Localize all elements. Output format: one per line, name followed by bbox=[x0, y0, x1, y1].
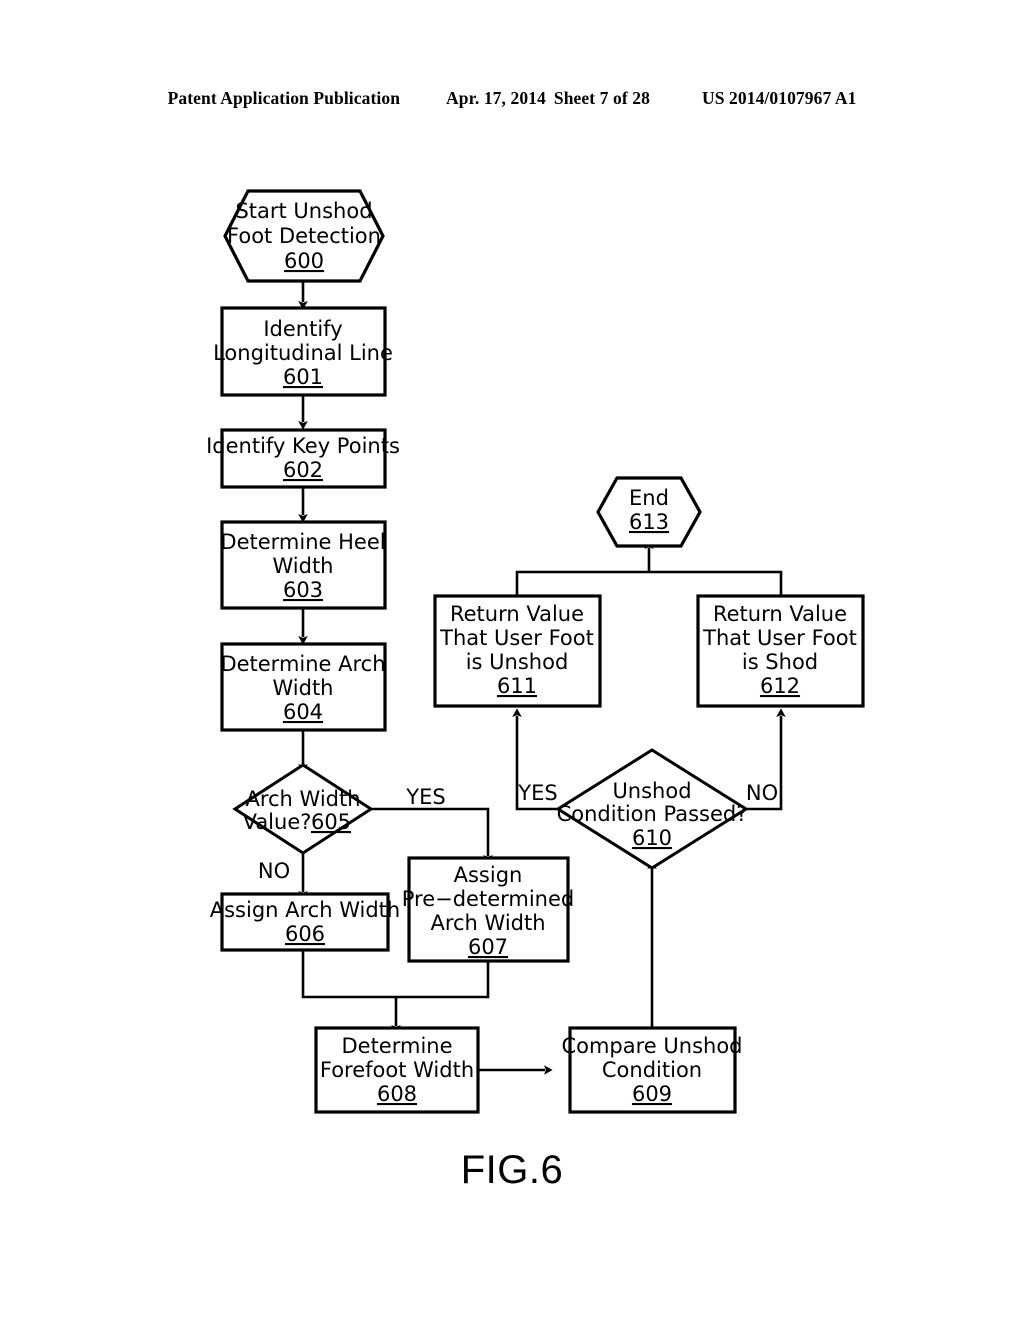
node-determine-heel-width: Determine Heel Width 603 bbox=[220, 520, 387, 610]
node-identify-longitudinal-line: Identify Longitudinal Line 601 bbox=[213, 306, 393, 397]
node-603-ref: 603 bbox=[283, 578, 323, 602]
node-604-ref: 604 bbox=[283, 700, 323, 724]
node-612-ref: 612 bbox=[760, 674, 800, 698]
edge-label-yes-605: YES bbox=[405, 785, 445, 809]
node-606-line-1: Assign Arch Width bbox=[210, 898, 400, 922]
node-611-line-3: is Unshod bbox=[466, 650, 569, 674]
node-611-ref: 611 bbox=[497, 674, 537, 698]
node-605-line-1: Arch Width bbox=[245, 787, 360, 811]
node-613-line-1: End bbox=[629, 486, 669, 510]
node-610-ref: 610 bbox=[632, 826, 672, 850]
node-identify-key-points: Identify Key Points 602 bbox=[206, 428, 400, 489]
node-return-value-unshod: Return Value That User Foot is Unshod 61… bbox=[433, 594, 602, 708]
node-607-ref: 607 bbox=[468, 935, 508, 959]
figure-caption: FIG.6 bbox=[460, 1148, 564, 1192]
node-602-ref: 602 bbox=[283, 458, 323, 482]
node-unshod-condition-passed-decision: Unshod Condition Passed? 610 bbox=[555, 748, 749, 870]
node-602-line-1: Identify Key Points bbox=[206, 434, 400, 458]
node-601-ref: 601 bbox=[283, 365, 323, 389]
node-609-line-2: Condition bbox=[602, 1058, 702, 1082]
node-613-ref: 613 bbox=[629, 510, 669, 534]
node-assign-arch-width: Assign Arch Width 606 bbox=[210, 892, 400, 952]
node-start-unshod-foot-detection: Start Unshod Foot Detection 600 bbox=[223, 189, 385, 283]
node-604-line-1: Determine Arch bbox=[220, 652, 385, 676]
node-return-value-shod: Return Value That User Foot is Shod 612 bbox=[696, 594, 865, 708]
connector-605-yes-to-607 bbox=[371, 807, 493, 864]
node-determine-forefoot-width: Determine Forefoot Width 608 bbox=[314, 1026, 480, 1114]
node-605-ref: 605 bbox=[311, 810, 351, 834]
node-601-line-1: Identify bbox=[263, 317, 342, 341]
connector-607-to-608 bbox=[396, 961, 490, 999]
node-assign-predetermined-arch-width: Assign Pre−determined Arch Width 607 bbox=[402, 856, 575, 963]
node-605-value-label: Value? bbox=[243, 810, 312, 834]
node-608-ref: 608 bbox=[377, 1082, 417, 1106]
connector-606-to-608 bbox=[301, 950, 401, 1034]
node-612-line-3: is Shod bbox=[742, 650, 818, 674]
node-608-line-2: Forefoot Width bbox=[320, 1058, 474, 1082]
node-600-line-1: Start Unshod bbox=[235, 199, 372, 223]
node-600-line-2: Foot Detection bbox=[227, 224, 381, 248]
node-610-line-1: Unshod bbox=[612, 779, 691, 803]
node-611-line-2: That User Foot bbox=[439, 626, 594, 650]
node-arch-width-value-decision: Arch Width Value? 605 bbox=[232, 763, 374, 855]
node-612-line-2: That User Foot bbox=[702, 626, 857, 650]
node-611-line-1: Return Value bbox=[450, 602, 584, 626]
connector-612-to-613 bbox=[649, 570, 783, 596]
node-603-line-2: Width bbox=[272, 554, 333, 578]
edge-label-no-610: NO bbox=[746, 781, 778, 805]
node-603-line-1: Determine Heel bbox=[220, 530, 385, 554]
node-609-line-1: Compare Unshod bbox=[561, 1034, 742, 1058]
node-600-ref: 600 bbox=[284, 249, 324, 273]
node-608-line-1: Determine bbox=[341, 1034, 452, 1058]
node-end: End 613 bbox=[596, 476, 702, 548]
node-610-line-2: Condition Passed? bbox=[557, 802, 748, 826]
edge-label-yes-610: YES bbox=[517, 781, 557, 805]
node-compare-unshod-condition: Compare Unshod Condition 609 bbox=[561, 1026, 743, 1114]
edge-label-no-605: NO bbox=[258, 859, 290, 883]
connector-611-to-613 bbox=[515, 540, 654, 596]
node-606-ref: 606 bbox=[285, 922, 325, 946]
node-607-line-3: Arch Width bbox=[430, 911, 545, 935]
node-604-line-2: Width bbox=[272, 676, 333, 700]
node-612-line-1: Return Value bbox=[713, 602, 847, 626]
node-607-line-1: Assign bbox=[454, 863, 523, 887]
node-607-line-2: Pre−determined bbox=[402, 887, 575, 911]
flowchart-diagram: Start Unshod Foot Detection 600 Identify… bbox=[206, 189, 865, 1114]
node-determine-arch-width: Determine Arch Width 604 bbox=[220, 642, 387, 732]
node-609-ref: 609 bbox=[632, 1082, 672, 1106]
node-601-line-2: Longitudinal Line bbox=[213, 341, 393, 365]
